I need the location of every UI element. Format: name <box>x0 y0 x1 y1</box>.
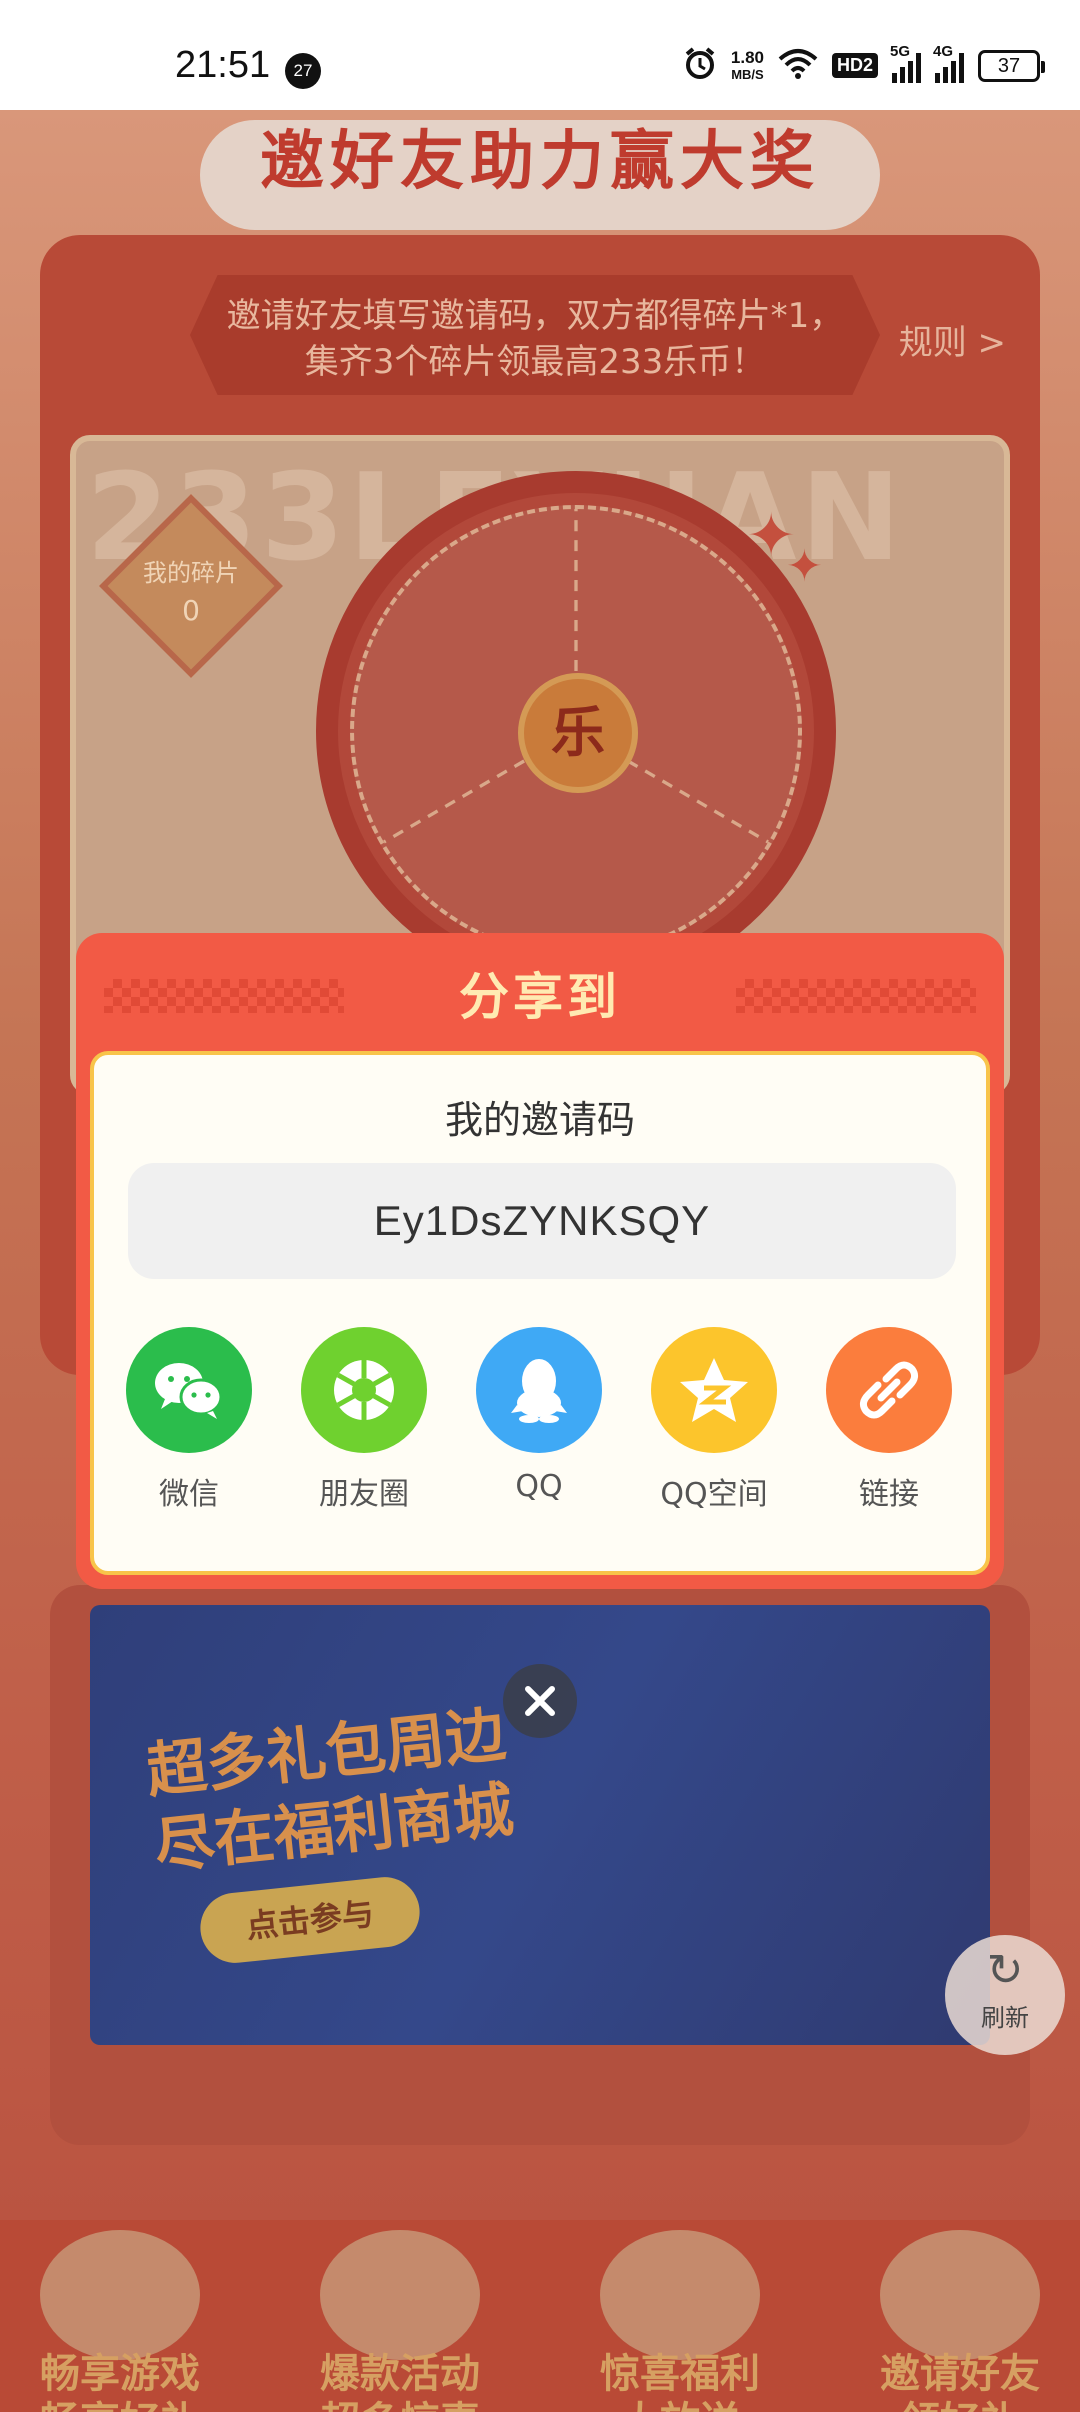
wechat-label: 微信 <box>159 1477 219 1512</box>
net-speed-value: 1.80 <box>730 47 764 67</box>
link-label: 链接 <box>859 1477 919 1512</box>
close-icon <box>525 1686 555 1716</box>
share-dialog: 分享到 我的邀请码 Ey1DsZYNKSQY 微信 朋友圈 QQ QQ空间 链接 <box>76 933 1004 1589</box>
share-options: 微信 朋友圈 QQ QQ空间 链接 <box>94 1327 986 1512</box>
share-wechat-button[interactable]: 微信 <box>114 1327 264 1513</box>
share-dialog-title: 分享到 <box>459 968 621 1026</box>
hd-badge: HD2 <box>831 53 878 78</box>
qzone-label: QQ空间 <box>660 1477 768 1512</box>
signal1-label: 5G <box>890 42 911 60</box>
qq-label: QQ <box>515 1469 563 1504</box>
status-time: 21:51 <box>175 44 271 86</box>
refresh-button[interactable]: ↻ 刷新 <box>945 1935 1065 2055</box>
signal2-label: 4G <box>933 42 954 60</box>
link-icon <box>826 1327 952 1453</box>
moments-icon <box>301 1327 427 1453</box>
refresh-label: 刷新 <box>981 2004 1029 2032</box>
invite-code-box[interactable]: Ey1DsZYNKSQY <box>128 1163 956 1279</box>
invite-code-label: 我的邀请码 <box>444 1098 635 1142</box>
share-qzone-button[interactable]: QQ空间 <box>639 1327 789 1513</box>
refresh-icon: ↻ <box>986 1945 1024 1996</box>
share-qq-button[interactable]: QQ <box>464 1327 614 1504</box>
wechat-icon <box>126 1327 252 1453</box>
moments-label: 朋友圈 <box>319 1477 409 1512</box>
share-moments-button[interactable]: 朋友圈 <box>289 1327 439 1513</box>
wifi-icon <box>778 47 818 84</box>
signal-4g-icon: 4G <box>933 43 964 83</box>
signal-5g-icon: 5G <box>890 43 921 83</box>
status-icons: 1.80 MB/S HD2 5G 4G 37 <box>683 43 1045 85</box>
net-speed-unit: MB/S <box>731 66 764 82</box>
close-dialog-button[interactable] <box>503 1664 577 1738</box>
battery-indicator: 37 <box>978 49 1045 82</box>
status-bar: 21:51 27 1.80 MB/S HD2 5G 4G 37 <box>0 0 1080 110</box>
share-dialog-body: 我的邀请码 Ey1DsZYNKSQY 微信 朋友圈 QQ QQ空间 链接 <box>90 1051 990 1575</box>
share-link-button[interactable]: 链接 <box>814 1327 964 1513</box>
qq-icon <box>476 1327 602 1453</box>
alarm-icon <box>683 46 717 85</box>
notification-badge: 27 <box>285 53 321 89</box>
net-speed: 1.80 MB/S <box>731 49 764 83</box>
qzone-icon <box>651 1327 777 1453</box>
